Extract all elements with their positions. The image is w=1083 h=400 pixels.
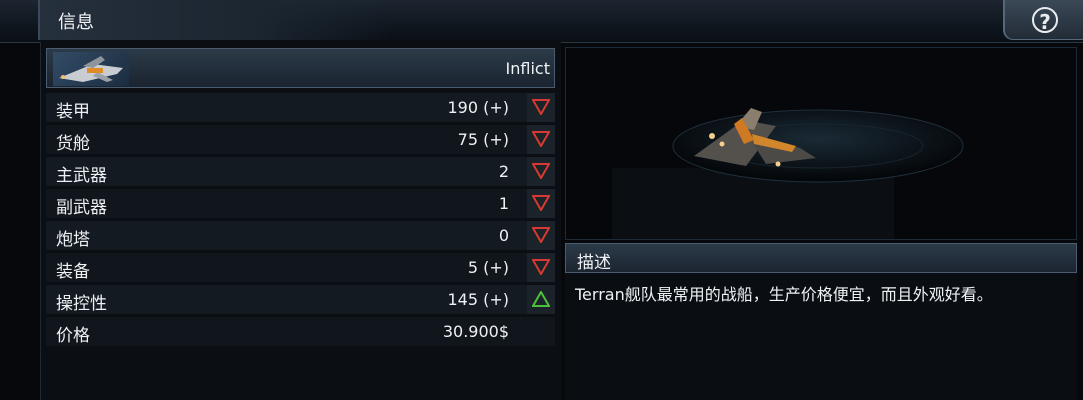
stat-value: 2 (498, 162, 509, 181)
triangle-down-icon (532, 195, 550, 211)
triangle-down-icon (532, 227, 550, 243)
downgrade-button[interactable] (527, 157, 555, 186)
triangle-up-icon (532, 291, 550, 307)
downgrade-button[interactable] (527, 221, 555, 250)
downgrade-button[interactable] (527, 125, 555, 154)
stat-value: 0 (498, 226, 509, 245)
ship-header[interactable]: Inflict (46, 48, 555, 88)
stat-row-handling: 操控性 145 (+) (46, 285, 555, 314)
help-button[interactable]: ? (1003, 0, 1083, 40)
stat-label: 货舱 (56, 134, 90, 154)
stat-row-armor: 装甲 190 (+) (46, 93, 555, 122)
stat-value: 30.900$ (442, 322, 509, 341)
triangle-down-icon (532, 163, 550, 179)
downgrade-button[interactable] (527, 93, 555, 122)
stat-row-primary-weapons: 主武器 2 (46, 157, 555, 186)
stat-row-secondary-weapons: 副武器 1 (46, 189, 555, 218)
top-bar: 信息 ? (0, 0, 1083, 43)
stat-label: 装备 (56, 262, 90, 282)
stat-value: 75 (+) (457, 130, 509, 149)
ship-thumbnail-icon (53, 52, 129, 86)
downgrade-button[interactable] (527, 253, 555, 282)
stat-value: 1 (498, 194, 509, 213)
question-icon: ? (1032, 7, 1058, 34)
stat-label: 操控性 (56, 294, 107, 314)
triangle-down-icon (532, 99, 550, 115)
page-title: 信息 (58, 12, 94, 33)
stat-label: 价格 (56, 326, 90, 346)
stat-row-equipment: 装备 5 (+) (46, 253, 555, 282)
stat-label: 炮塔 (56, 230, 90, 250)
stat-value: 5 (+) (467, 258, 509, 277)
ship-preview (565, 47, 1077, 240)
stats-panel: Inflict 装甲 190 (+) 货舱 75 (+) 主武器 2 副武器 1… (40, 42, 561, 400)
stat-row-cargo: 货舱 75 (+) (46, 125, 555, 154)
upgrade-button[interactable] (527, 285, 555, 314)
ship-name: Inflict (505, 59, 550, 78)
stat-label: 装甲 (56, 102, 90, 122)
description-title: 描述 (577, 253, 611, 273)
ship-model-icon (612, 108, 964, 240)
stat-label: 主武器 (56, 166, 107, 186)
description-header: 描述 (565, 243, 1077, 273)
stat-row-price: 价格 30.900$ (46, 317, 555, 346)
description-panel: Terran舰队最常用的战船，生产价格便宜，而且外观好看。 (565, 273, 1077, 400)
stat-value: 190 (+) (447, 98, 509, 117)
description-text: Terran舰队最常用的战船，生产价格便宜，而且外观好看。 (575, 285, 993, 304)
downgrade-button[interactable] (527, 189, 555, 218)
stat-value: 145 (+) (447, 290, 509, 309)
triangle-down-icon (532, 259, 550, 275)
stat-row-turrets: 炮塔 0 (46, 221, 555, 250)
triangle-down-icon (532, 131, 550, 147)
stat-label: 副武器 (56, 198, 107, 218)
